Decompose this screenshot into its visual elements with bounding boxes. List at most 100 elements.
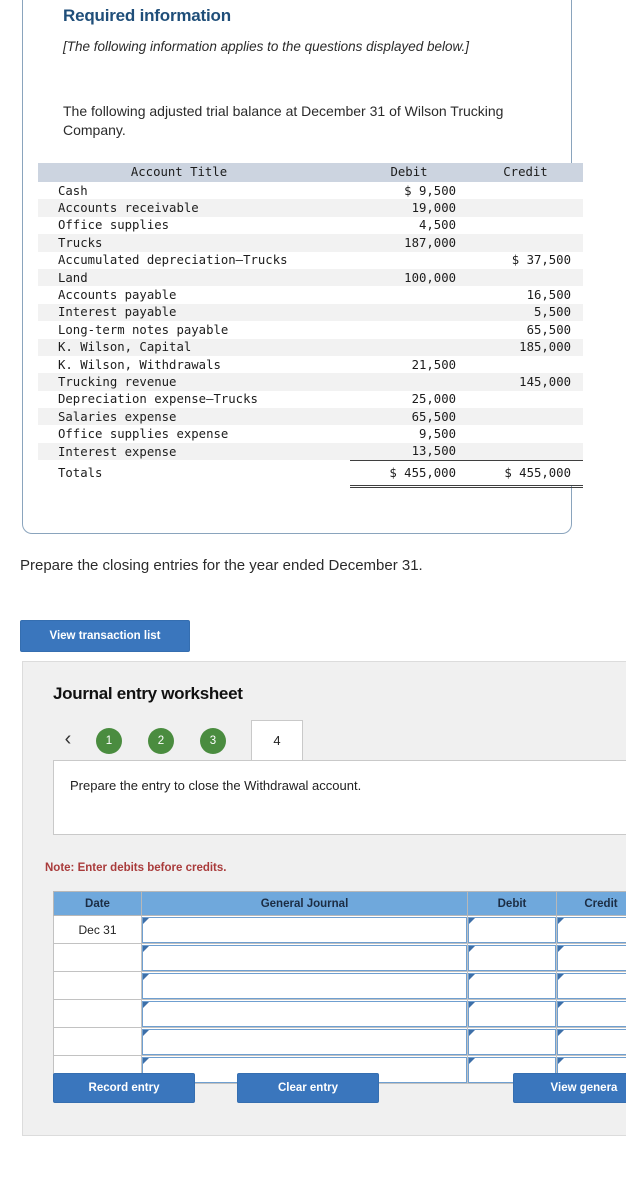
worksheet-instruction-text: Prepare the entry to close the Withdrawa… (70, 778, 362, 793)
trial-balance-debit (350, 286, 468, 303)
trial-balance-row: Cash $ 9,500 (38, 182, 583, 200)
journal-header-date: Date (53, 891, 142, 916)
trial-balance-credit (468, 356, 583, 373)
journal-debit-input[interactable] (468, 1000, 556, 1027)
trial-balance-account: Office supplies expense (58, 427, 229, 442)
view-general-journal-button[interactable]: View genera (513, 1073, 626, 1103)
trial-balance-row: Long-term notes payable 65,500 (38, 321, 583, 339)
trial-balance-debit: 187,000 (404, 235, 456, 250)
closing-entries-prompt: Prepare the closing entries for the year… (20, 557, 423, 574)
journal-debit-input[interactable] (468, 944, 556, 971)
journal-credit-cell[interactable] (556, 943, 626, 972)
required-information-body: The following adjusted trial balance at … (63, 103, 504, 138)
trial-balance-debit (350, 252, 468, 269)
journal-debit-input[interactable] (468, 916, 556, 943)
trial-balance-credit: 16,500 (526, 288, 571, 303)
journal-credit-cell[interactable] (556, 971, 626, 1000)
worksheet-tab-strip: ‹ 1 2 3 4 (53, 720, 303, 760)
journal-entry-row (53, 971, 626, 1000)
journal-debit-cell[interactable] (467, 943, 557, 972)
journal-account-input[interactable] (142, 916, 467, 943)
journal-debit-input[interactable] (468, 972, 556, 999)
trial-balance-row: Accumulated depreciation—Trucks $ 37,500 (38, 251, 583, 269)
previous-tab-chevron-icon[interactable]: ‹ (53, 722, 83, 760)
journal-account-cell[interactable] (141, 943, 468, 972)
journal-debit-cell[interactable] (467, 915, 557, 944)
journal-account-input[interactable] (142, 1000, 467, 1027)
trial-balance-row: Office supplies expense 9,500 (38, 425, 583, 443)
trial-balance-debit: 21,500 (411, 357, 456, 372)
required-information-note: [The following information applies to th… (63, 39, 469, 54)
journal-date-cell[interactable] (53, 1027, 142, 1056)
journal-entry-row (53, 943, 626, 972)
journal-account-cell[interactable] (141, 915, 468, 944)
journal-debit-cell[interactable] (467, 1027, 557, 1056)
required-information-title: Required information (63, 6, 231, 25)
journal-date-cell[interactable]: Dec 31 (53, 915, 142, 944)
journal-date-cell[interactable] (53, 943, 142, 972)
journal-header-debit: Debit (467, 891, 557, 916)
journal-debit-cell[interactable] (467, 999, 557, 1028)
trial-balance-credit (468, 217, 583, 234)
trial-balance-account: Depreciation expense—Trucks (58, 392, 258, 407)
debits-before-credits-note: Note: Enter debits before credits. (45, 862, 227, 874)
trial-balance-account: Long-term notes payable (58, 322, 229, 337)
journal-account-cell[interactable] (141, 999, 468, 1028)
worksheet-tab-1[interactable]: 1 (96, 728, 122, 754)
record-entry-button[interactable]: Record entry (53, 1073, 195, 1103)
trial-balance-account: Office supplies (58, 218, 170, 233)
trial-balance-credit (468, 391, 583, 408)
journal-entry-row: Dec 31 (53, 915, 626, 944)
trial-balance-credit: 65,500 (526, 322, 571, 337)
trial-balance-account: Accumulated depreciation—Trucks (58, 253, 288, 268)
journal-credit-input[interactable] (557, 944, 626, 971)
worksheet-tab-2[interactable]: 2 (148, 728, 174, 754)
journal-account-input[interactable] (142, 1028, 467, 1055)
worksheet-tab-3[interactable]: 3 (200, 728, 226, 754)
trial-balance-row: Salaries expense 65,500 (38, 408, 583, 426)
trial-balance-credit: 185,000 (519, 340, 571, 355)
trial-balance-header-credit: Credit (468, 163, 583, 182)
journal-credit-cell[interactable] (556, 915, 626, 944)
journal-debit-cell[interactable] (467, 971, 557, 1000)
journal-account-cell[interactable] (141, 971, 468, 1000)
journal-date-cell[interactable] (53, 971, 142, 1000)
worksheet-tab-4[interactable]: 4 (251, 720, 303, 760)
view-transaction-list-button[interactable]: View transaction list (20, 620, 190, 652)
trial-balance-debit (350, 304, 468, 321)
trial-balance-account: Land (58, 270, 88, 285)
trial-balance-row: Trucking revenue 145,000 (38, 373, 583, 391)
trial-balance-totals-label: Totals (58, 466, 103, 481)
trial-balance-debit: 13,500 (411, 444, 456, 459)
journal-credit-input[interactable] (557, 1000, 626, 1027)
trial-balance-totals-row: Totals $ 455,000 $ 455,000 (38, 459, 583, 488)
trial-balance-account: Interest expense (58, 444, 177, 459)
trial-balance-row: Depreciation expense—Trucks 25,000 (38, 390, 583, 409)
trial-balance-debit (350, 339, 468, 356)
journal-header-credit: Credit (556, 891, 626, 916)
trial-balance-credit: 145,000 (519, 374, 571, 389)
journal-credit-input[interactable] (557, 1028, 626, 1055)
trial-balance-header-account-title: Account Title (38, 163, 350, 182)
trial-balance-debit (350, 373, 468, 390)
trial-balance-account: Trucking revenue (58, 374, 177, 389)
trial-balance-table: Account Title Debit Credit Cash $ 9,500 Ac… (38, 163, 583, 488)
journal-credit-input[interactable] (557, 916, 626, 943)
journal-credit-cell[interactable] (556, 999, 626, 1028)
trial-balance-credit (468, 269, 583, 286)
journal-header-row: Date General Journal Debit Credit (53, 891, 626, 916)
trial-balance-credit (468, 234, 583, 251)
trial-balance-credit: 5,500 (533, 305, 571, 320)
trial-balance-credit (468, 182, 583, 199)
trial-balance-debit: 100,000 (404, 270, 456, 285)
journal-credit-input[interactable] (557, 972, 626, 999)
clear-entry-button[interactable]: Clear entry (237, 1073, 379, 1103)
journal-account-cell[interactable] (141, 1027, 468, 1056)
journal-account-input[interactable] (142, 944, 467, 971)
journal-date-cell[interactable] (53, 999, 142, 1028)
journal-account-input[interactable] (142, 972, 467, 999)
journal-entry-worksheet-panel: Journal entry worksheet ‹ 1 2 3 4 Prepar… (22, 661, 626, 1136)
journal-credit-cell[interactable] (556, 1027, 626, 1056)
journal-debit-input[interactable] (468, 1028, 556, 1055)
trial-balance-row: Trucks 187,000 (38, 234, 583, 252)
